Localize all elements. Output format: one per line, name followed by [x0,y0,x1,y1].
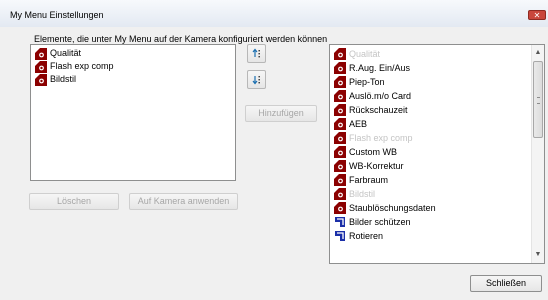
apply-to-camera-button[interactable]: Auf Kamera anwenden [129,193,238,210]
camera-red-icon [334,104,346,116]
list-item-label: Bildstil [50,74,77,84]
list-item[interactable]: AEB [331,117,531,131]
list-item-label: Bilder schützen [349,217,411,227]
move-up-button[interactable] [247,44,266,63]
window-title: My Menu Einstellungen [10,10,104,20]
list-item[interactable]: Rückschauzeit [331,103,531,117]
list-item[interactable]: R.Aug. Ein/Aus [331,61,531,75]
list-item-label: Flash exp comp [50,61,114,71]
list-item-label: Qualität [50,48,82,58]
my-menu-list[interactable]: Qualität Flash exp comp Bildstil [30,44,236,181]
camera-red-icon [334,118,346,130]
scroll-grip-icon [537,97,540,104]
list-item-label: Custom WB [349,147,398,157]
add-button[interactable]: Hinzufügen [245,105,317,122]
move-up-icon [252,48,260,58]
camera-red-icon [334,146,346,158]
available-list-items: Qualität R.Aug. Ein/Aus Piep-Ton Auslö.m/o … [331,47,531,243]
camera-red-icon [334,90,346,102]
camera-red-icon [334,174,346,186]
list-item[interactable]: Qualität [32,47,235,60]
dialog-window: My Menu Einstellungen ✕ Elemente, die un… [0,0,548,300]
title-bar[interactable]: My Menu Einstellungen ✕ [0,0,548,27]
list-item[interactable]: Bilder schützen [331,215,531,229]
list-item[interactable]: Qualität [331,47,531,61]
list-item[interactable]: WB-Korrektur [331,159,531,173]
camera-red-icon [334,202,346,214]
list-item[interactable]: Rotieren [331,229,531,243]
list-item[interactable]: Bildstil [32,73,235,86]
camera-red-icon [334,62,346,74]
my-menu-list-items: Qualität Flash exp comp Bildstil [32,47,235,86]
camera-red-icon [35,74,47,86]
list-item-label: Piep-Ton [349,77,385,87]
list-caption: Elemente, die unter My Menu auf der Kame… [34,34,328,44]
vertical-scrollbar[interactable]: ▲ ▼ [531,45,544,263]
list-item[interactable]: Custom WB [331,145,531,159]
list-item[interactable]: Bildstil [331,187,531,201]
list-item-label: AEB [349,119,368,129]
camera-red-icon [334,48,346,60]
delete-button[interactable]: Löschen [29,193,119,210]
list-item[interactable]: Flash exp comp [32,60,235,73]
scroll-down-icon[interactable]: ▼ [532,249,544,261]
camera-red-icon [35,48,47,60]
camera-red-icon [334,76,346,88]
list-item-label: WB-Korrektur [349,161,404,171]
list-item-label: Bildstil [349,189,376,199]
close-window-button[interactable]: ✕ [528,10,546,20]
list-item[interactable]: Flash exp comp [331,131,531,145]
list-item-label: Rotieren [349,231,384,241]
list-item-label: Farbraum [349,175,389,185]
list-item-label: Flash exp comp [349,133,413,143]
list-item[interactable]: Auslö.m/o Card [331,89,531,103]
list-item-label: Auslö.m/o Card [349,91,412,101]
scroll-thumb[interactable] [533,61,543,138]
list-item-label: Staublöschungsdaten [349,203,436,213]
list-item-label: Rückschauzeit [349,105,408,115]
list-item[interactable]: Staublöschungsdaten [331,201,531,215]
scroll-up-icon[interactable]: ▲ [532,47,544,59]
camera-red-icon [334,188,346,200]
camera-red-icon [35,61,47,73]
available-items-list[interactable]: Qualität R.Aug. Ein/Aus Piep-Ton Auslö.m/o … [329,44,545,264]
list-item[interactable]: Farbraum [331,173,531,187]
move-down-button[interactable] [247,70,266,89]
playback-blue-icon [334,216,346,228]
move-down-icon [252,76,260,85]
list-item-label: R.Aug. Ein/Aus [349,63,411,73]
camera-red-icon [334,160,346,172]
close-button[interactable]: Schließen [470,275,542,292]
list-item-label: Qualität [349,49,381,59]
list-item[interactable]: Piep-Ton [331,75,531,89]
camera-red-icon [334,132,346,144]
playback-blue-icon [334,230,346,242]
